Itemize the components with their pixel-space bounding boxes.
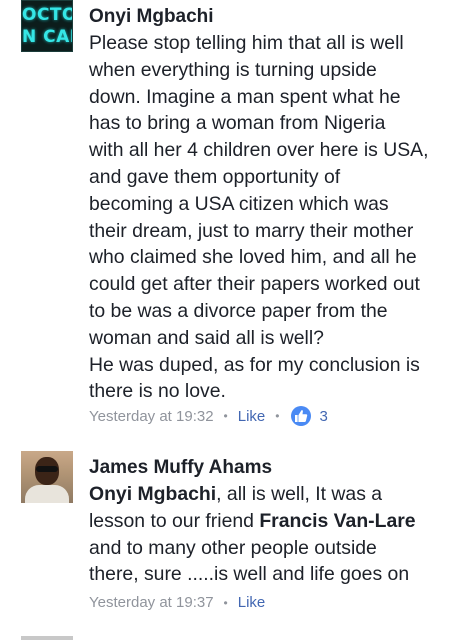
comment-text-line: to be was a divorce paper from the <box>89 299 388 322</box>
comment-text: , all is well, It was a <box>216 483 383 505</box>
comment-text-line: there, sure .....is well and life goes o… <box>89 563 410 586</box>
comment-meta: Yesterday at 19:37 • Like <box>89 594 265 611</box>
mention-link[interactable]: Francis Van-Lare <box>259 510 415 532</box>
comment-author[interactable]: James Muffy Ahams <box>89 457 272 479</box>
separator-dot: • <box>223 409 228 423</box>
comment-author[interactable]: Onyi Mgbachi <box>89 6 214 28</box>
avatar-shirt <box>25 485 69 503</box>
reaction-summary[interactable]: 3 <box>291 406 328 426</box>
comment-text-line: with all her 4 children over here is USA… <box>89 139 429 162</box>
avatar-text-line: N CAL <box>22 27 72 47</box>
thumbs-up-icon <box>291 406 312 426</box>
reaction-count: 3 <box>319 407 328 425</box>
like-button[interactable]: Like <box>238 408 266 425</box>
comment-text-line: He was duped, as for my conclusion is <box>89 353 420 376</box>
comment-text-line: could get after their papers worked out <box>89 273 420 296</box>
comment-text-line: when everything is turning upside <box>89 58 377 81</box>
mention-link[interactable]: Onyi Mgbachi <box>89 483 216 505</box>
avatar-text-line: OCTO <box>22 5 73 25</box>
comment-text-line: there is no love. <box>89 380 226 403</box>
comment-text-line: Please stop telling him that all is well <box>89 32 404 54</box>
like-button[interactable]: Like <box>238 594 266 611</box>
comment-text-line: their dream, just to marry their mother <box>89 219 414 242</box>
avatar[interactable]: OCTO N CAL <box>21 0 73 52</box>
comment-text-line: Onyi Mgbachi, all is well, It was a <box>89 481 459 508</box>
comment-text-line: and to many other people outside <box>89 536 377 559</box>
separator-dot: • <box>275 409 280 423</box>
comment-text-line: woman and said all is well? <box>89 326 324 349</box>
avatar[interactable] <box>21 451 73 503</box>
comment-text-line: lesson to our friend Francis Van-Lare <box>89 508 459 535</box>
comment-timestamp[interactable]: Yesterday at 19:32 <box>89 408 214 425</box>
separator-dot: • <box>223 595 228 610</box>
comment-timestamp[interactable]: Yesterday at 19:37 <box>89 594 214 611</box>
comment-text-line: has to bring a woman from Nigeria <box>89 112 386 135</box>
comment-text-line: who claimed she loved him, and all he <box>89 246 417 269</box>
comment-text-line: becoming a USA citizen which was <box>89 192 389 215</box>
next-comment-avatar-edge <box>21 636 73 640</box>
comment-text-line: down. Imagine a man spent what he <box>89 85 401 108</box>
comment-text: lesson to our friend <box>89 509 260 532</box>
avatar-sunglasses <box>36 466 58 472</box>
comment-body: Onyi Mgbachi, all is well, It was a less… <box>89 481 459 588</box>
comment-text-line: and gave them opportunity of <box>89 165 341 188</box>
comment-body: Please stop telling him that all is well… <box>89 30 459 405</box>
comment-meta: Yesterday at 19:32 • Like • 3 <box>89 406 328 426</box>
